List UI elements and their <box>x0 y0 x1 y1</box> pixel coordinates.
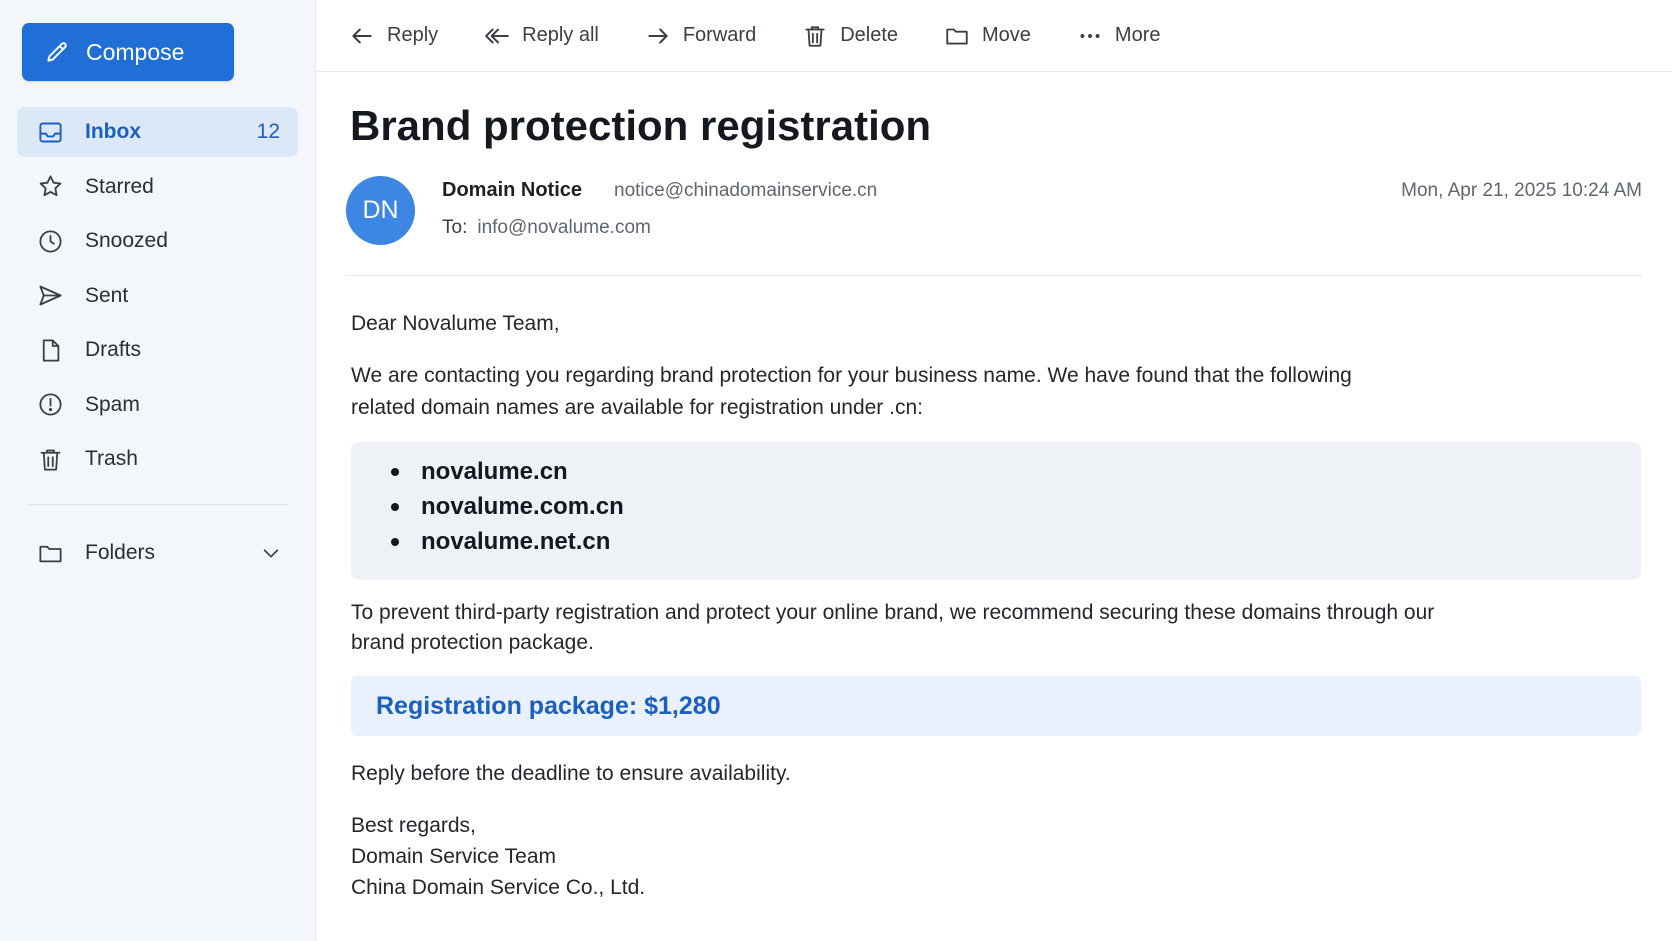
sidebar-item-label: Sent <box>85 283 129 307</box>
move-label: Move <box>982 24 1031 46</box>
reply-all-label: Reply all <box>522 24 599 46</box>
compose-button[interactable]: Compose <box>22 23 234 81</box>
recipient-email[interactable]: info@novalume.com <box>477 217 650 238</box>
nav-list: Inbox 12 Starred Snoozed Sent Drafts Spa… <box>17 107 298 489</box>
more-button[interactable]: More <box>1077 23 1161 49</box>
sidebar-item-label: Trash <box>85 447 138 470</box>
folder-icon <box>39 545 62 562</box>
list-item: novalume.net.cn <box>391 524 1641 559</box>
domain-name: novalume.net.cn <box>421 527 611 555</box>
avatar: DN <box>346 176 415 245</box>
header-divider <box>346 275 1642 276</box>
pencil-icon <box>47 42 67 62</box>
trash-icon <box>40 449 61 471</box>
sidebar-item-starred[interactable]: Starred <box>17 162 298 212</box>
domain-list-box: novalume.cn novalume.com.cn novalume.net… <box>351 442 1641 580</box>
delete-label: Delete <box>840 24 899 46</box>
forward-icon <box>648 28 668 43</box>
message-toolbar: Reply Reply all Forward Delete Move More <box>317 0 1672 72</box>
star-icon <box>39 175 62 197</box>
folder-icon <box>946 28 968 45</box>
signature-line: China Domain Service Co., Ltd. <box>351 876 646 899</box>
folders-label: Folders <box>85 541 156 564</box>
domain-list: novalume.cn novalume.com.cn novalume.net… <box>391 454 1641 559</box>
forward-button[interactable]: Forward <box>645 23 756 49</box>
bullet <box>391 467 399 476</box>
compose-label: Compose <box>86 38 185 65</box>
reply-all-button[interactable]: Reply all <box>484 23 599 49</box>
sidebar-item-trash[interactable]: Trash <box>17 434 298 484</box>
folders-toggle[interactable]: Folders <box>17 528 298 578</box>
sidebar-item-inbox[interactable]: Inbox 12 <box>17 107 298 157</box>
list-item: novalume.com.cn <box>391 489 1641 524</box>
reply-label: Reply <box>387 24 439 46</box>
sender-email[interactable]: notice@chinadomainservice.cn <box>614 180 877 202</box>
reply-icon <box>352 28 372 43</box>
more-dots-icon <box>1080 33 1100 38</box>
list-item: novalume.cn <box>391 454 1641 489</box>
greeting: Dear Novalume Team, <box>351 312 560 335</box>
signature-line: Domain Service Team <box>351 845 557 868</box>
body-paragraph: To prevent third-party registration and … <box>351 601 1435 654</box>
more-label: More <box>1114 24 1161 46</box>
bullet <box>391 537 399 546</box>
sidebar-item-spam[interactable]: Spam <box>17 380 298 430</box>
draft-icon <box>42 338 60 362</box>
sidebar-item-label: Snoozed <box>85 229 168 252</box>
clock-icon <box>39 229 62 253</box>
bullet <box>391 502 399 511</box>
reply-all-icon <box>485 28 509 43</box>
domain-name: novalume.cn <box>421 457 568 485</box>
domain-name: novalume.com.cn <box>421 492 624 520</box>
sidebar-item-label: Starred <box>85 174 154 198</box>
trash-icon <box>805 25 825 47</box>
forward-label: Forward <box>682 24 757 46</box>
chevron-down-icon <box>263 549 279 558</box>
move-button[interactable]: Move <box>944 23 1031 49</box>
message-body: Dear Novalume Team, We are contacting yo… <box>351 308 1641 903</box>
unread-count-badge: 12 <box>256 120 280 143</box>
recipient-line: To: info@novalume.com <box>442 217 651 239</box>
inbox-icon <box>39 122 62 142</box>
sidebar-item-sent[interactable]: Sent <box>17 271 298 321</box>
signature: Best regards, Domain Service Team China … <box>351 810 1641 903</box>
sidebar-item-drafts[interactable]: Drafts <box>17 325 298 375</box>
to-label: To: <box>442 217 468 238</box>
sidebar-item-label: Drafts <box>85 338 142 361</box>
body-paragraph: Reply before the deadline to ensure avai… <box>351 762 791 785</box>
send-icon <box>39 285 62 306</box>
sidebar: Compose Inbox 12 Starred Snoozed Sent Dr… <box>0 0 316 941</box>
reply-button[interactable]: Reply <box>349 23 438 49</box>
sidebar-divider <box>28 504 288 505</box>
body-paragraph: We are contacting you regarding brand pr… <box>351 364 1352 419</box>
signature-line: Best regards, <box>351 814 476 837</box>
message-subject: Brand protection registration <box>350 102 932 149</box>
delete-button[interactable]: Delete <box>802 23 898 49</box>
sidebar-item-label: Spam <box>85 392 140 416</box>
message-date: Mon, Apr 21, 2025 10:24 AM <box>1401 180 1642 201</box>
price-callout: Registration package: $1,280 <box>351 676 1641 736</box>
sidebar-item-label: Inbox <box>85 120 141 143</box>
sender-name[interactable]: Domain Notice <box>442 179 582 202</box>
spam-icon <box>39 393 62 416</box>
sidebar-item-snoozed[interactable]: Snoozed <box>17 216 298 266</box>
